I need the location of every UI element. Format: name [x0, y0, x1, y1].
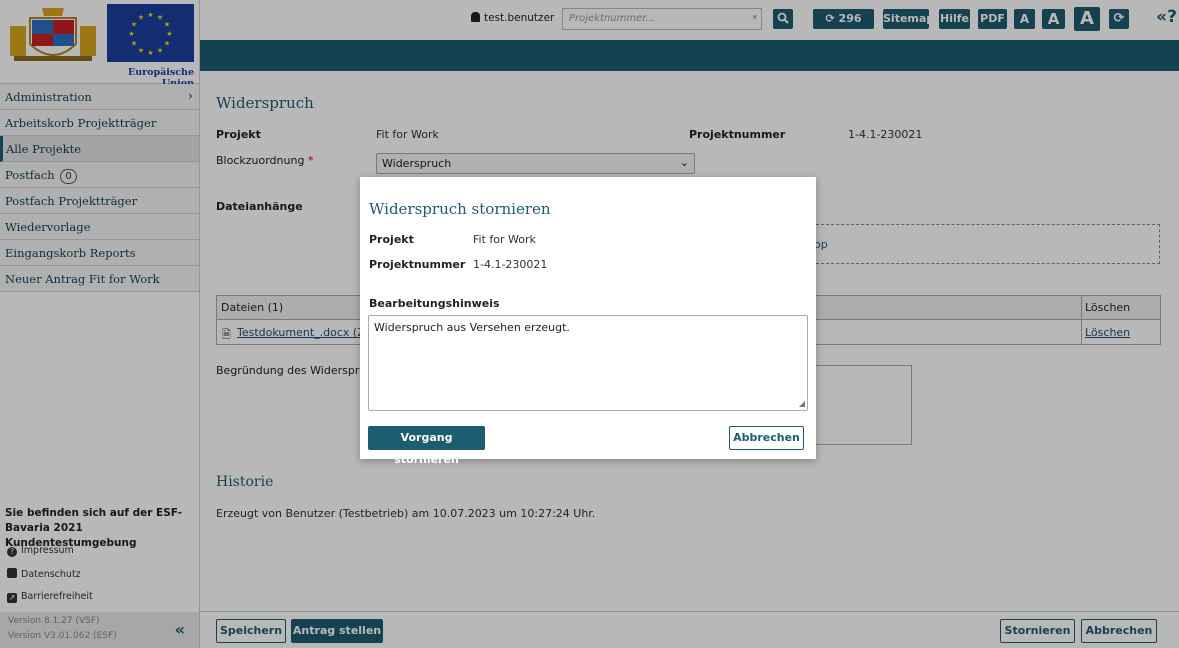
confirm-cancel-button[interactable]: Vorgang stornieren — [368, 426, 485, 466]
cancel-widerspruch-dialog: Widerspruch stornieren Projekt Fit for W… — [360, 177, 816, 466]
bearbeitungshinweis-textarea[interactable]: Widerspruch aus Versehen erzeugt. ◢ — [368, 315, 808, 411]
dialog-abbrechen-button[interactable]: Abbrechen — [729, 426, 804, 450]
dialog-projektnummer-value: 1-4.1-230021 — [473, 258, 548, 271]
resize-handle-icon[interactable]: ◢ — [799, 399, 805, 408]
dialog-title: Widerspruch stornieren — [369, 200, 551, 218]
dialog-projektnummer-label: Projektnummer — [369, 258, 466, 271]
dialog-projekt-label: Projekt — [369, 233, 414, 246]
bearbeitungshinweis-label: Bearbeitungshinweis — [369, 297, 500, 310]
dialog-projekt-value: Fit for Work — [473, 233, 536, 246]
